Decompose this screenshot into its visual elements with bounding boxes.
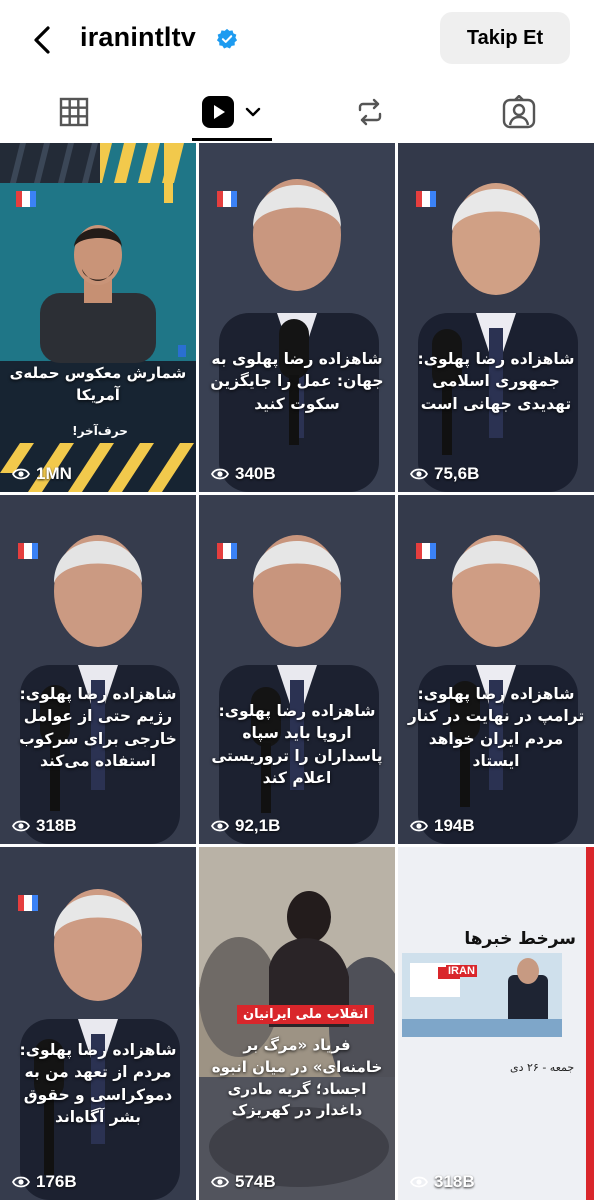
reel-caption: فریاد «مرگ بر خامنه‌ای» در میان انبوه اج… bbox=[211, 1036, 383, 1120]
channel-flag-icon bbox=[16, 191, 36, 207]
channel-flag-icon bbox=[217, 191, 237, 207]
reel-caption: شاهزاده رضا پهلوی: ترامپ در نهایت در کنا… bbox=[407, 685, 585, 771]
view-count-value: 176B bbox=[36, 1172, 77, 1191]
view-count: 1MN bbox=[12, 464, 72, 484]
reel-tile[interactable]: شاهزاده رضا پهلوی: اروپا باید سپاه پاسدا… bbox=[199, 495, 395, 844]
eye-icon bbox=[12, 1176, 30, 1188]
view-count-value: 318B bbox=[36, 816, 77, 835]
view-count-value: 194B bbox=[434, 816, 475, 835]
eye-icon bbox=[410, 820, 428, 832]
reel-tile[interactable]: شاهزاده رضا پهلوی: ترامپ در نهایت در کنا… bbox=[398, 495, 594, 844]
reel-caption: شاهزاده رضا پهلوی به جهان: عمل را جایگزی… bbox=[210, 350, 384, 413]
reel-caption: شاهزاده رضا پهلوی: مردم از تعهد من به دم… bbox=[19, 1041, 177, 1127]
active-tab-indicator bbox=[192, 138, 272, 141]
channel-flag-icon bbox=[217, 543, 237, 559]
eye-icon bbox=[12, 468, 30, 480]
view-count: 340B bbox=[211, 464, 276, 484]
reel-tile[interactable]: شاهزاده رضا پهلوی: جمهوری اسلامی تهدیدی … bbox=[398, 143, 594, 492]
view-count: 194B bbox=[410, 816, 475, 836]
eye-icon bbox=[12, 820, 30, 832]
news-headline: سرخط خبرها bbox=[464, 929, 576, 949]
tab-reposts[interactable] bbox=[296, 82, 444, 142]
view-count: 92,1B bbox=[211, 816, 280, 836]
news-logo: IRAN bbox=[446, 965, 477, 977]
tab-grid[interactable] bbox=[0, 82, 148, 142]
reel-tile[interactable]: سرخط خبرها IRAN جمعه - ۲۶ دی 318B bbox=[398, 847, 594, 1200]
tab-reels[interactable] bbox=[192, 82, 272, 142]
reel-caption: شاهزاده رضا پهلوی: اروپا باید سپاه پاسدا… bbox=[211, 702, 383, 788]
reel-caption: شاهزاده رضا پهلوی: رژیم حتی از عوامل خار… bbox=[19, 685, 177, 771]
view-count-value: 75,6B bbox=[434, 464, 480, 483]
category-tag: انقلاب ملی ایرانیان bbox=[237, 1005, 375, 1024]
reels-play-icon bbox=[202, 96, 234, 128]
view-count-value: 1MN bbox=[36, 464, 72, 483]
reels-grid: شمارش معکوس حمله‌ی آمریکا حرف‌آخر! 1MN ش… bbox=[0, 143, 594, 1200]
tagged-person-icon bbox=[502, 95, 536, 129]
channel-flag-icon bbox=[416, 543, 436, 559]
news-date: جمعه - ۲۶ دی bbox=[510, 1061, 575, 1074]
reel-caption: شاهزاده رضا پهلوی: جمهوری اسلامی تهدیدی … bbox=[417, 350, 575, 413]
profile-header: iranintltv Takip Et bbox=[0, 0, 594, 82]
reel-tile[interactable]: شاهزاده رضا پهلوی: رژیم حتی از عوامل خار… bbox=[0, 495, 196, 844]
view-count: 318B bbox=[12, 816, 77, 836]
eye-icon bbox=[410, 468, 428, 480]
view-count: 75,6B bbox=[410, 464, 479, 484]
reel-tile[interactable]: انقلاب ملی ایرانیان فریاد «مرگ بر خامنه‌… bbox=[199, 847, 395, 1200]
reel-tile[interactable]: شاهزاده رضا پهلوی به جهان: عمل را جایگزی… bbox=[199, 143, 395, 492]
view-count-value: 574B bbox=[235, 1172, 276, 1191]
channel-flag-icon bbox=[18, 543, 38, 559]
profile-username: iranintltv bbox=[80, 22, 197, 52]
back-arrow-icon[interactable] bbox=[28, 20, 58, 60]
eye-icon bbox=[211, 820, 229, 832]
eye-icon bbox=[211, 1176, 229, 1188]
news-thumbnail bbox=[398, 847, 594, 1200]
reel-caption: شمارش معکوس حمله‌ی آمریکا bbox=[9, 364, 187, 404]
profile-tabs bbox=[0, 82, 594, 142]
verified-badge-icon bbox=[216, 28, 238, 49]
reel-tile[interactable]: شاهزاده رضا پهلوی: مردم از تعهد من به دم… bbox=[0, 847, 196, 1200]
eye-icon bbox=[211, 468, 229, 480]
reel-subtitle: حرف‌آخر! bbox=[72, 424, 128, 438]
chevron-down-icon bbox=[245, 107, 261, 117]
follow-button[interactable]: Takip Et bbox=[440, 12, 570, 64]
view-count-value: 340B bbox=[235, 464, 276, 483]
tab-tagged[interactable] bbox=[444, 82, 594, 142]
repost-icon bbox=[358, 98, 382, 126]
view-count: 574B bbox=[211, 1172, 276, 1192]
eye-icon bbox=[410, 1176, 428, 1188]
grid-icon bbox=[59, 97, 89, 127]
channel-flag-icon bbox=[416, 191, 436, 207]
view-count: 176B bbox=[12, 1172, 77, 1192]
channel-flag-icon bbox=[18, 895, 38, 911]
view-count-value: 318B bbox=[434, 1172, 475, 1191]
view-count: 318B bbox=[410, 1172, 475, 1192]
view-count-value: 92,1B bbox=[235, 816, 281, 835]
reel-tile[interactable]: شمارش معکوس حمله‌ی آمریکا حرف‌آخر! 1MN bbox=[0, 143, 196, 492]
